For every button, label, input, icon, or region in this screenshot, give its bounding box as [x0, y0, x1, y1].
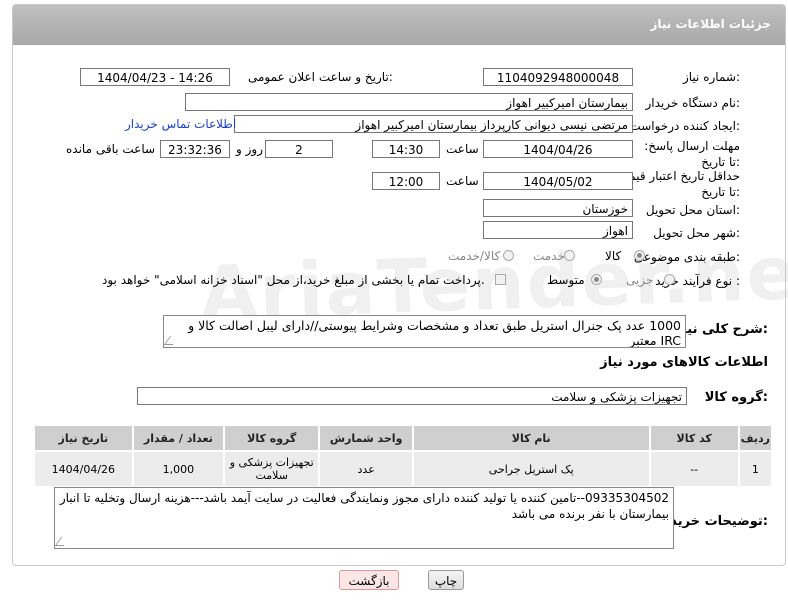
deadline-days-field: 2 [265, 140, 333, 158]
category-radio-service[interactable] [564, 250, 575, 261]
need-number-field: 1104092948000048 [483, 68, 633, 86]
purchase-radio-medium[interactable] [591, 274, 602, 285]
requester-field: مرتضی نیسی دیوانی کارپرداز بیمارستان امی… [234, 115, 633, 133]
items-section-title: اطلاعات کالاهای مورد نیاز [600, 355, 768, 370]
buyer-notes-label: توضیحات خریدار: [658, 514, 768, 529]
table-row: 1 -- پک استریل جراحی عدد تجهیزات پزشکی و… [33, 450, 774, 488]
cell-unit: عدد [318, 450, 414, 488]
col-header-need-date: تاریخ نیاز [33, 424, 134, 452]
announce-field: 1404/04/23 - 14:26 [80, 68, 230, 86]
price-validity-time-label: ساعت [446, 174, 479, 188]
cell-quantity: 1,000 [131, 450, 226, 488]
cell-name: پک استریل جراحی [411, 450, 651, 488]
buyer-org-label: نام دستگاه خریدار: [645, 96, 741, 110]
goods-group-field: تجهیزات پزشکی و سلامت [137, 387, 687, 405]
treasury-payment-checkbox[interactable] [495, 274, 506, 285]
remaining-label: ساعت باقی مانده [66, 142, 156, 156]
col-header-quantity: تعداد / مقدار [131, 424, 226, 452]
purchase-option-minor: جزیی [626, 273, 654, 287]
category-label: طبقه بندی موضوعی: [633, 250, 740, 264]
resize-handle-icon[interactable] [55, 537, 71, 546]
col-header-name: نام کالا [411, 424, 651, 452]
col-header-unit: واحد شمارش [318, 424, 414, 452]
remaining-time-field: 23:32:36 [160, 140, 230, 158]
category-option-goods-service: کالا/خدمت [448, 249, 501, 263]
purchase-radio-minor[interactable] [664, 274, 675, 285]
deadline-label: مهلت ارسال پاسخ: تا تاریخ: [644, 139, 740, 169]
deadline-date-field: 1404/04/26 [483, 140, 633, 158]
buyer-notes-field: 09335304502--تامین کننده یا تولید کننده … [54, 487, 674, 549]
panel-title: جزئیات اطلاعات نیاز [650, 17, 771, 31]
city-label: شهر محل تحویل: [653, 226, 740, 240]
days-label: روز و [236, 142, 263, 156]
need-number-label: شماره نیاز: [682, 70, 740, 84]
resize-handle-icon[interactable] [164, 336, 180, 345]
description-text: 1000 عدد پک جنرال استریل طبق تعداد و مشخ… [188, 318, 681, 348]
deadline-time-label: ساعت [446, 142, 479, 156]
category-radio-goods[interactable] [634, 250, 645, 261]
col-header-group: گروه کالا [223, 424, 321, 452]
description-label: شرح کلی نیاز: [674, 322, 768, 337]
price-validity-time-field: 12:00 [372, 172, 440, 190]
category-option-service: خدمت [533, 249, 565, 263]
col-header-row-number: ردیف [737, 424, 774, 452]
price-validity-date-field: 1404/05/02 [483, 172, 633, 190]
announce-label: تاریخ و ساعت اعلان عمومی: [248, 70, 393, 84]
panel-header: جزئیات اطلاعات نیاز [13, 5, 785, 45]
col-header-code: کد کالا [648, 424, 740, 452]
table-header-row: ردیف کد کالا نام کالا واحد شمارش گروه کا… [33, 424, 774, 452]
cell-code: -- [648, 450, 740, 488]
treasury-payment-note: پرداخت تمام یا بخشی از مبلغ خرید،از محل … [102, 273, 485, 287]
category-radio-goods-service[interactable] [503, 250, 514, 261]
print-button[interactable]: چاپ [428, 570, 464, 590]
cell-group: تجهیزات پزشکی و سلامت [223, 450, 321, 488]
buyer-notes-text: 09335304502--تامین کننده یا تولید کننده … [59, 491, 669, 521]
city-field: اهواز [483, 221, 633, 239]
deadline-time-field: 14:30 [372, 140, 440, 158]
province-label: استان محل تحویل: [645, 203, 740, 217]
back-button[interactable]: بازگشت [339, 570, 399, 590]
category-option-goods: کالا [605, 249, 622, 263]
description-field: 1000 عدد پک جنرال استریل طبق تعداد و مشخ… [163, 315, 686, 348]
requester-label: ایجاد کننده درخواست: [629, 119, 740, 133]
buyer-org-field: بیمارستان امیرکبیر اهواز [185, 93, 633, 111]
buyer-contact-link[interactable]: اطلاعات تماس خریدار [125, 117, 236, 131]
cell-need-date: 1404/04/26 [33, 450, 134, 488]
purchase-option-medium: متوسط [547, 273, 585, 287]
cell-row-number: 1 [737, 450, 774, 488]
items-table: ردیف کد کالا نام کالا واحد شمارش گروه کا… [33, 424, 774, 488]
goods-group-label: گروه کالا: [704, 390, 768, 405]
province-field: خوزستان [483, 199, 633, 217]
